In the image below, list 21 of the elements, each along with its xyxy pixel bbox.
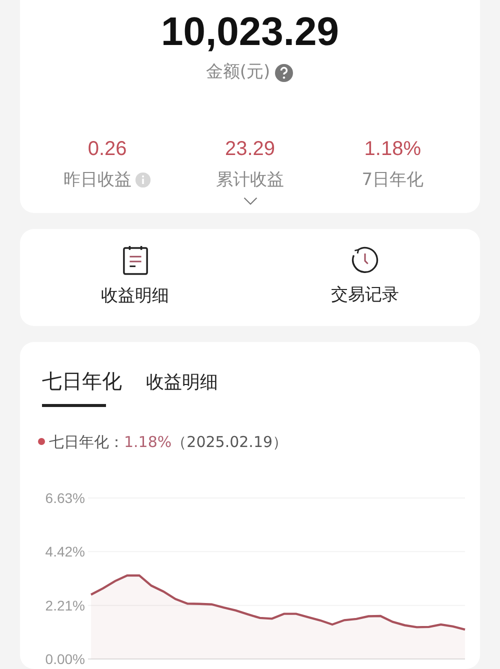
balance-label: 金额(元) — [206, 61, 270, 84]
stat-label: 7日年化 — [362, 168, 424, 192]
legend-text: 七日年化：1.18%（2025.02.19） — [49, 432, 288, 452]
stat-label: 累计收益 — [216, 168, 284, 192]
shortcut-link[interactable]: 收益明细 — [101, 284, 169, 310]
axis-label: 0.00% — [45, 651, 85, 665]
tab[interactable]: 收益明细 — [146, 368, 218, 396]
stat-label: 昨日收益 — [63, 168, 132, 192]
clock-icon — [350, 245, 380, 275]
stat-value: 1.18% — [364, 136, 421, 162]
axis-label: 4.42% — [45, 544, 85, 560]
stat-value: 0.26 — [88, 136, 127, 162]
notepad-icon — [122, 245, 148, 276]
help-icon — [274, 62, 294, 83]
chevron-down-icon — [242, 197, 258, 205]
axis-label: 6.63% — [45, 490, 85, 506]
stat-value: 23.29 — [224, 136, 276, 162]
balance-amount: 10,023.29 — [160, 12, 340, 52]
tab[interactable]: 七日年化 — [42, 366, 122, 396]
axis-label: 2.21% — [45, 597, 85, 614]
shortcut-link[interactable]: 交易记录 — [331, 283, 399, 308]
